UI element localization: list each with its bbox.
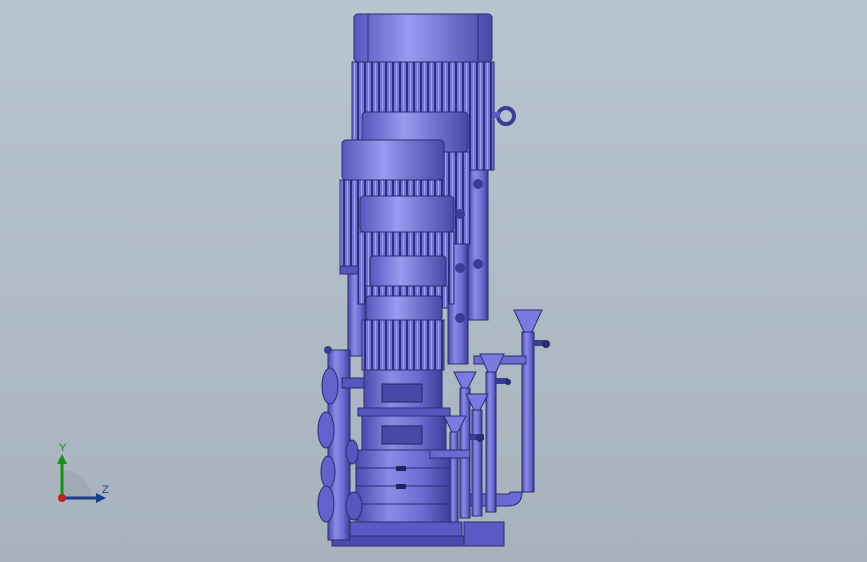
triad-axes-icon [57, 454, 106, 503]
coordinate-triad: Y Z [40, 440, 120, 510]
graphics-viewport[interactable]: Y Z [0, 0, 867, 562]
y-axis-label: Y [59, 442, 67, 454]
pump-assembly-model[interactable] [0, 0, 867, 562]
z-axis-label: Z [102, 484, 109, 496]
inlet-flanges[interactable] [317, 346, 365, 541]
